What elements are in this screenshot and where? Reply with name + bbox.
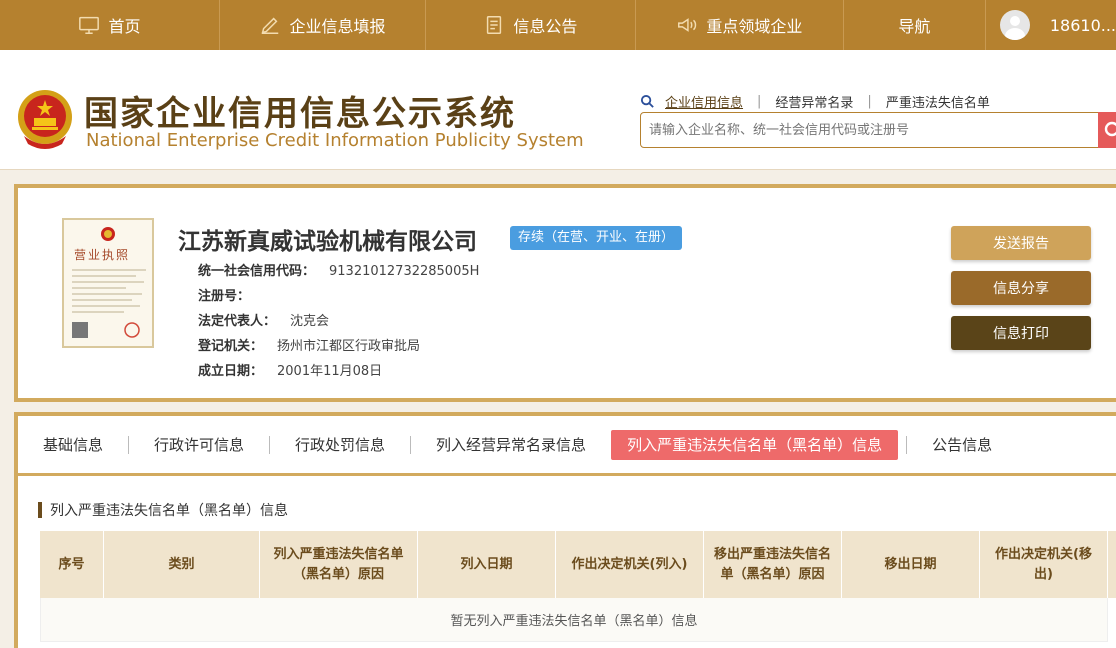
- column-header: 作出决定机关(移出): [980, 531, 1108, 598]
- license-title: 营业执照: [74, 248, 131, 262]
- info-registration-authority: 登记机关： 扬州市江都区行政审批局: [198, 335, 420, 354]
- table-empty-row: 暂无列入严重违法失信名单（黑名单）信息: [40, 598, 1108, 642]
- company-card: 营业执照 江苏新真威试验机械有限公司 存续（在营、开业、在册） 统一社会信用代码…: [14, 184, 1116, 402]
- tab-abnormal-list[interactable]: 列入经营异常名录信息: [411, 430, 611, 460]
- column-header: 列入严重违法失信名单（黑名单）原因: [260, 531, 418, 598]
- search-button[interactable]: [1098, 112, 1116, 148]
- search-input[interactable]: [640, 112, 1100, 148]
- tab-blacklist[interactable]: 列入严重违法失信名单（黑名单）信息: [611, 429, 899, 460]
- search-icon: [640, 94, 654, 108]
- business-license-image[interactable]: 营业执照: [62, 218, 154, 348]
- megaphone-icon: [678, 18, 697, 32]
- search-icon: [1104, 121, 1116, 137]
- info-value: 91321012732285005H: [329, 264, 480, 279]
- tab-announcements[interactable]: 公告信息: [907, 430, 1017, 460]
- nav-item-label: 企业信息填报: [289, 17, 386, 36]
- nav-item-key-enterprises[interactable]: 重点领域企业: [636, 0, 844, 50]
- column-header: 序号: [40, 531, 104, 598]
- avatar[interactable]: [999, 10, 1030, 40]
- license-text-lines: [72, 269, 146, 338]
- info-legal-representative: 法定代表人： 沈克会: [198, 310, 329, 329]
- nav-item-label: 导航: [898, 17, 931, 36]
- column-header: 类别: [104, 531, 260, 598]
- search-type-links: 企业信用信息 | 经营异常名录 | 严重违法失信名单: [640, 92, 990, 111]
- monitor-icon: [79, 16, 100, 34]
- top-nav: 首页 企业信息填报 信息公告 重点领域企业 导航 18610...: [0, 0, 1116, 50]
- tab-basic-info[interactable]: 基础信息: [18, 430, 128, 460]
- user-menu[interactable]: 18610...: [986, 0, 1116, 50]
- info-registration-number: 注册号：: [198, 285, 264, 304]
- column-header: 列入日期: [418, 531, 556, 598]
- site-subtitle: National Enterprise Credit Information P…: [86, 130, 584, 151]
- info-value: 2001年11月08日: [277, 364, 383, 379]
- column-header: 作出决定机关(列入): [556, 531, 704, 598]
- nav-item-label: 重点领域企业: [706, 17, 803, 36]
- nav-item-announcement[interactable]: 信息公告: [426, 0, 636, 50]
- tab-administrative-license[interactable]: 行政许可信息: [129, 430, 269, 460]
- column-header: 移出日期: [842, 531, 980, 598]
- tab-administrative-penalty[interactable]: 行政处罚信息: [270, 430, 410, 460]
- info-tabs: 基础信息 行政许可信息 行政处罚信息 列入经营异常名录信息 列入严重违法失信名单…: [18, 416, 1116, 476]
- edit-icon: [262, 17, 279, 34]
- info-value: 沈克会: [290, 314, 330, 329]
- column-header: 移出严重违法失信名单（黑名单）原因: [704, 531, 842, 598]
- emblem-icon: [101, 227, 115, 241]
- national-emblem-icon: [18, 90, 72, 149]
- info-label: 统一社会信用代码：: [198, 264, 316, 279]
- site-header: 国家企业信用信息公示系统 National Enterprise Credit …: [0, 50, 1116, 170]
- nav-item-report[interactable]: 企业信息填报: [220, 0, 426, 50]
- status-badge: 存续（在营、开业、在册）: [510, 226, 683, 250]
- search-link-abnormal-list[interactable]: 经营异常名录: [775, 92, 853, 111]
- info-label: 注册号：: [198, 289, 251, 304]
- document-icon: [487, 16, 502, 34]
- info-established-date: 成立日期： 2001年11月08日: [198, 360, 382, 379]
- print-info-button[interactable]: 信息打印: [951, 316, 1091, 350]
- company-name: 江苏新真威试验机械有限公司: [178, 229, 477, 255]
- user-phone: 18610...: [1049, 15, 1116, 35]
- info-label: 成立日期：: [198, 364, 264, 379]
- info-label: 登记机关：: [198, 339, 264, 354]
- link-separator: |: [757, 94, 762, 109]
- info-credit-code: 统一社会信用代码： 91321012732285005H: [198, 260, 479, 279]
- nav-item-label: 首页: [108, 17, 141, 36]
- search-link-blacklist[interactable]: 严重违法失信名单: [886, 92, 990, 111]
- nav-item-label: 信息公告: [513, 17, 578, 36]
- info-value: 扬州市江都区行政审批局: [277, 339, 421, 354]
- search-link-credit-info[interactable]: 企业信用信息: [665, 92, 743, 111]
- section-title-text: 列入严重违法失信名单（黑名单）信息: [50, 503, 288, 519]
- blacklist-table: 序号 类别 列入严重违法失信名单（黑名单）原因 列入日期 作出决定机关(列入) …: [40, 531, 1116, 642]
- table-header: 序号 类别 列入严重违法失信名单（黑名单）原因 列入日期 作出决定机关(列入) …: [40, 531, 1116, 598]
- section-title: 列入严重违法失信名单（黑名单）信息: [38, 500, 288, 520]
- info-label: 法定代表人：: [198, 314, 277, 329]
- site-title: 国家企业信用信息公示系统: [84, 94, 516, 134]
- nav-item-home[interactable]: 首页: [0, 0, 220, 50]
- nav-item-navigation[interactable]: 导航: [844, 0, 986, 50]
- share-info-button[interactable]: 信息分享: [951, 271, 1091, 305]
- link-separator: |: [867, 94, 872, 109]
- section-title-bar: [38, 502, 42, 518]
- send-report-button[interactable]: 发送报告: [951, 226, 1091, 260]
